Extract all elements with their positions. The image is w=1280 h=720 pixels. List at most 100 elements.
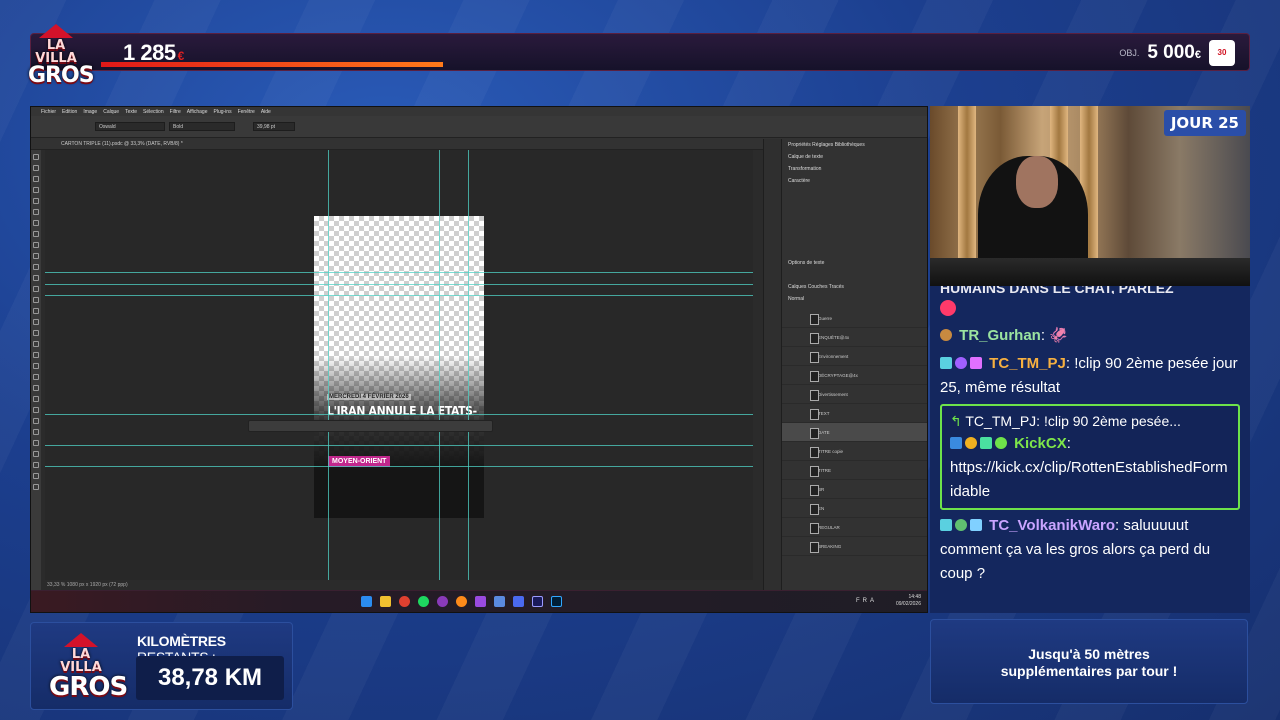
font-style-select[interactable]: Bold	[169, 122, 235, 131]
chat-username[interactable]: TC_TM_PJ	[989, 355, 1066, 372]
menu-bar: Fichier Edition Image Calque Texte Sélection F…	[31, 107, 927, 116]
layer-row[interactable]: TITRE	[782, 461, 927, 480]
badge-icon	[940, 519, 952, 531]
layers-tabs[interactable]: Calques Couches Tracés	[782, 281, 927, 293]
app-icon[interactable]	[437, 596, 448, 607]
chat-message: TC_TM_PJ: !clip 90 2ème pesée jour 25, m…	[940, 355, 1238, 396]
blend-mode-select[interactable]: Normal	[782, 293, 927, 305]
character-section[interactable]: Caractère	[782, 175, 927, 187]
contextual-task-bar[interactable]	[248, 420, 493, 432]
layer-row[interactable]: ENQUÊTE@4x	[782, 328, 927, 347]
layer-row[interactable]: Guerre	[782, 309, 927, 328]
status-bar: 33,33 % 1080 px x 1920 px (72 ppp)	[45, 580, 753, 590]
reply-arrow-icon: ↰	[950, 413, 962, 429]
layer-row[interactable]: EN	[782, 499, 927, 518]
chat-message: TR_Gurhan: 🦑	[940, 324, 1240, 348]
menu-item[interactable]: Plug-ins	[214, 109, 232, 115]
logo-top: LA VILLA GROS	[28, 24, 95, 87]
badge-icon	[940, 329, 952, 341]
toolbox[interactable]	[31, 150, 41, 590]
badge-icon	[940, 357, 952, 369]
menu-item[interactable]: Edition	[62, 109, 77, 115]
layer-row[interactable]: TEXT	[782, 404, 927, 423]
chat-message: TC_VolkanikWaro: saluuuuut comment ça va…	[940, 517, 1211, 582]
layer-row[interactable]: DATE	[782, 423, 927, 442]
layer-row[interactable]: REGULAR	[782, 518, 927, 537]
badge-icon	[955, 519, 967, 531]
text-options-section[interactable]: Options de texte	[782, 257, 927, 269]
menu-item[interactable]: Affichage	[187, 109, 208, 115]
day-badge: JOUR 25	[1163, 110, 1246, 136]
donation-counter: 1 285 €	[123, 40, 184, 65]
chat-username[interactable]: TR_Gurhan	[959, 327, 1041, 344]
donation-progress-bar: 1 285 € OBJ. 5 000€ 30	[30, 33, 1250, 71]
house-icon	[64, 633, 98, 647]
panel-tabs[interactable]: Propriétés Réglages Bibliothèques	[782, 139, 927, 151]
chat-link[interactable]: https://kick.cx/clip/RottenEstablishedFo…	[950, 456, 1230, 504]
info-line-2: supplémentaires par tour !	[1000, 663, 1178, 679]
info-panel: Jusqu'à 50 mètres supplémentaires par to…	[930, 619, 1248, 704]
app-icon[interactable]	[513, 596, 524, 607]
reply-quote: ↰ TC_TM_PJ: !clip 90 2ème pesée...	[950, 413, 1181, 429]
emote-icon	[940, 300, 956, 316]
menu-item[interactable]: Image	[83, 109, 97, 115]
doc-date: MERCREDI 4 FÉVRIER 2026	[327, 394, 411, 400]
windows-taskbar: FRA 14:48 09/02/2026	[31, 590, 927, 612]
km-value: 38,78 KM	[136, 656, 284, 700]
photoshop-window: Fichier Edition Image Calque Texte Sélection F…	[30, 106, 928, 613]
layer-row[interactable]: TITRE copie	[782, 442, 927, 461]
transform-section[interactable]: Transformation	[782, 163, 927, 175]
menu-item[interactable]: Fichier	[41, 109, 56, 115]
explorer-icon[interactable]	[380, 596, 391, 607]
badge-icon	[970, 357, 982, 369]
layer-row[interactable]: Divertissement	[782, 385, 927, 404]
chat-cutoff-line: HUMAINS DANS LE CHAT, PARLEZ	[940, 286, 1174, 294]
menu-item[interactable]: Texte	[125, 109, 137, 115]
webcam-feed: JOUR 25	[930, 106, 1250, 286]
photoshop-icon[interactable]	[551, 596, 562, 607]
badge-icon	[980, 437, 992, 449]
badge-icon	[955, 357, 967, 369]
menu-item[interactable]: Sélection	[143, 109, 164, 115]
document-canvas[interactable]: MERCREDI 4 FÉVRIER 2026 L'IRAN ANNULE LA…	[314, 216, 484, 518]
properties-layers-panel[interactable]: Propriétés Réglages Bibliothèques Calque…	[781, 139, 927, 590]
premiere-icon[interactable]	[532, 596, 543, 607]
options-bar: Oswald Bold 39,98 pt	[31, 116, 927, 138]
layer-row[interactable]: Environnement	[782, 347, 927, 366]
sponsor-badge-icon: 30	[1209, 40, 1235, 66]
font-size-field[interactable]: 39,98 pt	[253, 122, 295, 131]
firefox-icon[interactable]	[456, 596, 467, 607]
start-icon[interactable]	[361, 596, 372, 607]
badge-icon	[970, 519, 982, 531]
layer-row[interactable]: BREAKING	[782, 537, 927, 556]
system-tray[interactable]: FRA	[856, 598, 877, 604]
menu-item[interactable]: Calque	[103, 109, 119, 115]
layer-row[interactable]: DÉCRYPTAGE@4x	[782, 366, 927, 385]
badge-icon	[950, 437, 962, 449]
house-icon	[39, 24, 73, 38]
canvas-area[interactable]: MERCREDI 4 FÉVRIER 2026 L'IRAN ANNULE LA…	[45, 150, 753, 588]
chat-username[interactable]: TC_VolkanikWaro	[989, 517, 1115, 534]
menu-item[interactable]: Aide	[261, 109, 271, 115]
clock: 14:48 09/02/2026	[895, 594, 921, 607]
app-icon[interactable]	[475, 596, 486, 607]
menu-item[interactable]: Filtre	[170, 109, 181, 115]
font-family-select[interactable]: Oswald	[95, 122, 165, 131]
chat-username[interactable]: KickCX	[1014, 435, 1067, 452]
chat-panel: HUMAINS DANS LE CHAT, PARLEZ TR_Gurhan: …	[930, 286, 1250, 613]
badge-icon	[965, 437, 977, 449]
menu-item[interactable]: Fenêtre	[238, 109, 255, 115]
chrome-icon[interactable]	[399, 596, 410, 607]
info-line-1: Jusqu'à 50 mètres	[1028, 646, 1150, 662]
spotify-icon[interactable]	[418, 596, 429, 607]
app-icon[interactable]	[494, 596, 505, 607]
panel-icons-strip[interactable]	[763, 139, 781, 590]
layer-row[interactable]: BR	[782, 480, 927, 499]
badge-icon	[995, 437, 1007, 449]
taskbar-apps[interactable]	[361, 596, 562, 607]
km-remaining-panel: LA VILLA GROS KILOMÈTRES RESTANTS : 38,7…	[30, 622, 293, 710]
layer-kind-label: Calque de texte	[788, 154, 824, 160]
chat-reply-message: ↰ TC_TM_PJ: !clip 90 2ème pesée... KickC…	[940, 404, 1240, 510]
objective: OBJ. 5 000€	[1119, 42, 1201, 63]
logo-bottom: LA VILLA GROS	[49, 633, 128, 700]
